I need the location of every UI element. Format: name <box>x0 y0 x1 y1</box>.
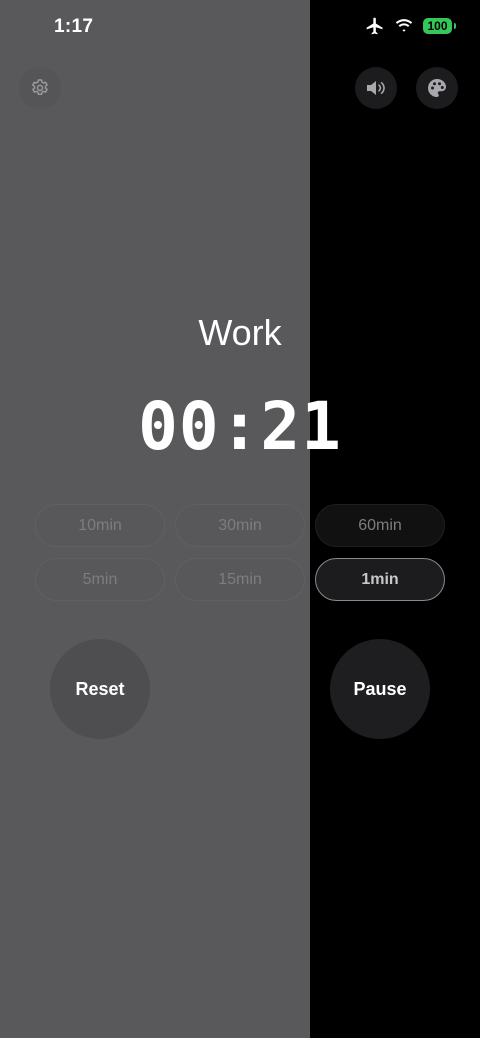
speaker-icon <box>367 81 385 95</box>
timer-display: 00:21 <box>138 388 342 465</box>
wifi-icon <box>395 19 413 32</box>
mode-label: Work <box>198 312 282 353</box>
battery-level: 100 <box>427 19 448 33</box>
settings-button[interactable] <box>19 67 61 109</box>
gear-icon <box>32 79 48 96</box>
theme-button[interactable] <box>416 67 458 109</box>
status-bar: 1:17 100 <box>0 0 480 56</box>
preset-5min[interactable]: 5min <box>35 558 165 601</box>
status-time: 1:17 <box>54 16 94 37</box>
palette-icon <box>428 79 446 97</box>
preset-15min[interactable]: 15min <box>175 558 305 601</box>
preset-1min[interactable]: 1min <box>315 558 445 601</box>
preset-grid: 10min 30min 60min 5min 15min 1min <box>35 504 445 601</box>
preset-10min[interactable]: 10min <box>35 504 165 547</box>
sound-button[interactable] <box>355 67 397 109</box>
preset-30min[interactable]: 30min <box>175 504 305 547</box>
airplane-icon <box>366 17 383 35</box>
status-icons: 100 <box>365 16 456 36</box>
preset-60min[interactable]: 60min <box>315 504 445 547</box>
reset-button[interactable]: Reset <box>50 639 150 739</box>
timer-screen: 1:17 100 Work 00:21 10min 30min 60min 5m… <box>0 0 480 1038</box>
battery-icon: 100 <box>423 18 456 34</box>
pause-button[interactable]: Pause <box>330 639 430 739</box>
